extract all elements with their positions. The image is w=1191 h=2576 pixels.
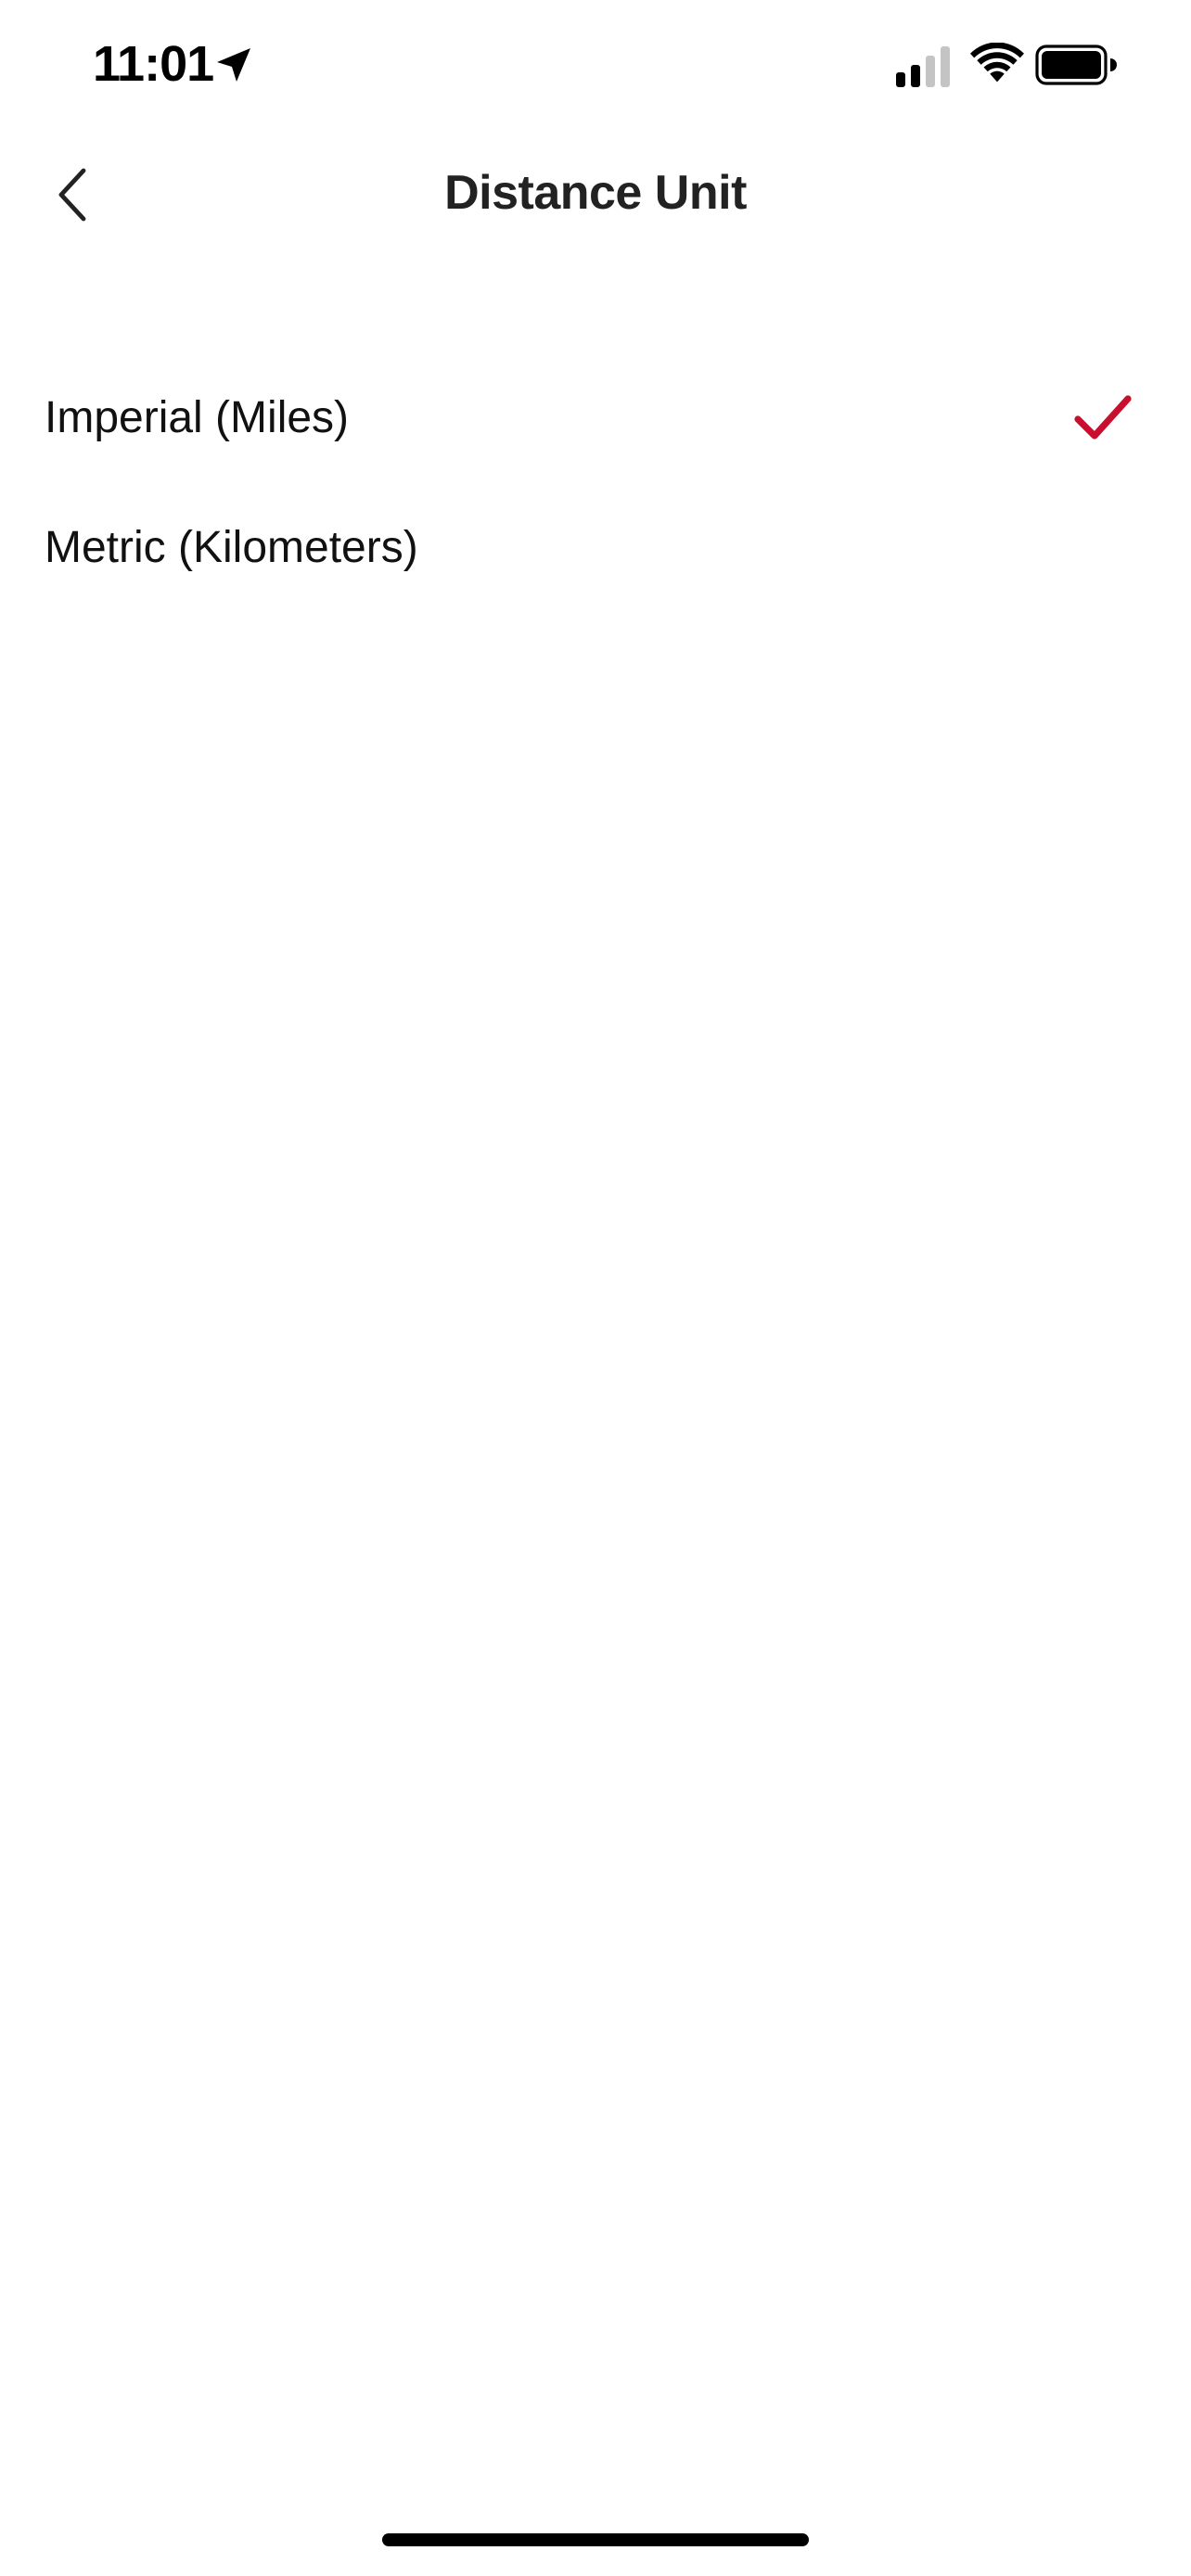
option-label: Imperial (Miles)	[45, 392, 350, 442]
status-time: 11:01	[93, 36, 214, 92]
checkmark-icon	[1074, 395, 1132, 440]
home-indicator[interactable]	[382, 2533, 809, 2546]
status-bar: 11:01	[0, 0, 1191, 130]
option-imperial[interactable]: Imperial (Miles)	[0, 352, 1191, 482]
cellular-signal-icon	[896, 46, 950, 87]
distance-unit-options: Imperial (Miles) Metric (Kilometers)	[0, 352, 1191, 612]
option-metric[interactable]: Metric (Kilometers)	[0, 482, 1191, 612]
location-arrow-icon	[217, 48, 250, 82]
nav-bar: Distance Unit	[0, 139, 1191, 250]
battery-icon	[1035, 45, 1117, 85]
option-label: Metric (Kilometers)	[45, 522, 418, 572]
page-title: Distance Unit	[444, 166, 747, 220]
wifi-icon	[970, 43, 1024, 83]
